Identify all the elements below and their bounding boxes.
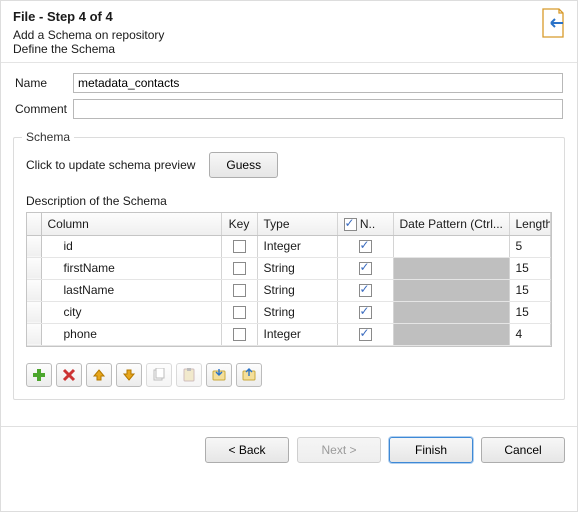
cell-date-pattern[interactable]: [393, 257, 509, 279]
schema-preview-hint: Click to update schema preview: [26, 158, 195, 172]
schema-toolbar: [26, 363, 552, 387]
cancel-button[interactable]: Cancel: [481, 437, 565, 463]
row-gutter: [27, 279, 41, 301]
copy-button[interactable]: [146, 363, 172, 387]
add-row-button[interactable]: [26, 363, 52, 387]
key-checkbox-icon: [233, 240, 246, 253]
row-gutter: [27, 323, 41, 345]
key-checkbox-icon: [233, 306, 246, 319]
cell-column[interactable]: city: [41, 301, 221, 323]
cell-key[interactable]: [221, 323, 257, 345]
cell-date-pattern[interactable]: [393, 235, 509, 257]
row-gutter: [27, 301, 41, 323]
cell-length[interactable]: 15: [509, 301, 551, 323]
schema-group-title: Schema: [22, 130, 74, 144]
paste-icon: [182, 368, 196, 382]
cell-column[interactable]: id: [41, 235, 221, 257]
col-header-date[interactable]: Date Pattern (Ctrl...: [393, 213, 509, 235]
table-row[interactable]: id Integer 5: [27, 235, 551, 257]
add-icon: [32, 368, 46, 382]
col-header-type[interactable]: Type: [257, 213, 337, 235]
cell-date-pattern[interactable]: [393, 279, 509, 301]
cell-nullable[interactable]: [337, 279, 393, 301]
key-checkbox-icon: [233, 262, 246, 275]
form-area: Name Comment: [1, 63, 577, 137]
cell-type[interactable]: Integer: [257, 323, 337, 345]
cell-length[interactable]: 4: [509, 323, 551, 345]
arrow-up-icon: [92, 368, 106, 382]
cell-length[interactable]: 15: [509, 257, 551, 279]
row-gutter: [27, 235, 41, 257]
cell-column[interactable]: phone: [41, 323, 221, 345]
row-gutter-header: [27, 213, 41, 235]
cell-nullable[interactable]: [337, 301, 393, 323]
cell-nullable[interactable]: [337, 257, 393, 279]
footer-separator: [1, 426, 577, 427]
wizard-subtitle-2: Define the Schema: [13, 42, 565, 56]
cell-key[interactable]: [221, 279, 257, 301]
cell-key[interactable]: [221, 301, 257, 323]
next-button: Next >: [297, 437, 381, 463]
cell-key[interactable]: [221, 235, 257, 257]
table-row[interactable]: lastName String 15: [27, 279, 551, 301]
import-icon: [212, 368, 226, 382]
wizard-title: File - Step 4 of 4: [13, 9, 565, 24]
nullable-checkbox-icon: [359, 306, 372, 319]
move-up-button[interactable]: [86, 363, 112, 387]
name-label: Name: [15, 76, 73, 90]
col-header-column[interactable]: Column: [41, 213, 221, 235]
nullable-checkbox-icon: [359, 240, 372, 253]
schema-group: Schema Click to update schema preview Gu…: [13, 137, 565, 400]
wizard-header: File - Step 4 of 4 Add a Schema on repos…: [1, 1, 577, 63]
name-input[interactable]: [73, 73, 563, 93]
cell-type[interactable]: String: [257, 279, 337, 301]
nullable-header-checkbox-icon: [344, 218, 357, 231]
cell-date-pattern[interactable]: [393, 301, 509, 323]
wizard-subtitle-1: Add a Schema on repository: [13, 28, 565, 42]
schema-wizard-icon: [539, 7, 567, 39]
comment-label: Comment: [15, 102, 73, 116]
table-row[interactable]: city String 15: [27, 301, 551, 323]
paste-button[interactable]: [176, 363, 202, 387]
back-button[interactable]: < Back: [205, 437, 289, 463]
row-gutter: [27, 257, 41, 279]
table-row[interactable]: phone Integer 4: [27, 323, 551, 345]
cell-type[interactable]: String: [257, 301, 337, 323]
nullable-checkbox-icon: [359, 328, 372, 341]
col-header-nullable[interactable]: N..: [337, 213, 393, 235]
nullable-header-label: N..: [360, 217, 375, 231]
table-row[interactable]: firstName String 15: [27, 257, 551, 279]
col-header-length[interactable]: Length: [509, 213, 551, 235]
key-checkbox-icon: [233, 284, 246, 297]
col-header-key[interactable]: Key: [221, 213, 257, 235]
schema-desc-label: Description of the Schema: [26, 194, 552, 208]
remove-icon: [62, 368, 76, 382]
move-down-button[interactable]: [116, 363, 142, 387]
wizard-footer: < Back Next > Finish Cancel: [1, 437, 577, 475]
cell-length[interactable]: 15: [509, 279, 551, 301]
cell-length[interactable]: 5: [509, 235, 551, 257]
nullable-checkbox-icon: [359, 284, 372, 297]
arrow-down-icon: [122, 368, 136, 382]
key-checkbox-icon: [233, 328, 246, 341]
nullable-checkbox-icon: [359, 262, 372, 275]
table-header-row: Column Key Type N.. Date Pattern (Ctrl..…: [27, 213, 551, 235]
import-schema-button[interactable]: [206, 363, 232, 387]
cell-column[interactable]: firstName: [41, 257, 221, 279]
finish-button[interactable]: Finish: [389, 437, 473, 463]
cell-column[interactable]: lastName: [41, 279, 221, 301]
cell-type[interactable]: Integer: [257, 235, 337, 257]
remove-row-button[interactable]: [56, 363, 82, 387]
cell-nullable[interactable]: [337, 323, 393, 345]
guess-button[interactable]: Guess: [209, 152, 278, 178]
schema-table: Column Key Type N.. Date Pattern (Ctrl..…: [26, 212, 552, 347]
cell-key[interactable]: [221, 257, 257, 279]
cell-date-pattern[interactable]: [393, 323, 509, 345]
cell-type[interactable]: String: [257, 257, 337, 279]
export-icon: [242, 368, 256, 382]
comment-input[interactable]: [73, 99, 563, 119]
cell-nullable[interactable]: [337, 235, 393, 257]
copy-icon: [152, 368, 166, 382]
export-schema-button[interactable]: [236, 363, 262, 387]
